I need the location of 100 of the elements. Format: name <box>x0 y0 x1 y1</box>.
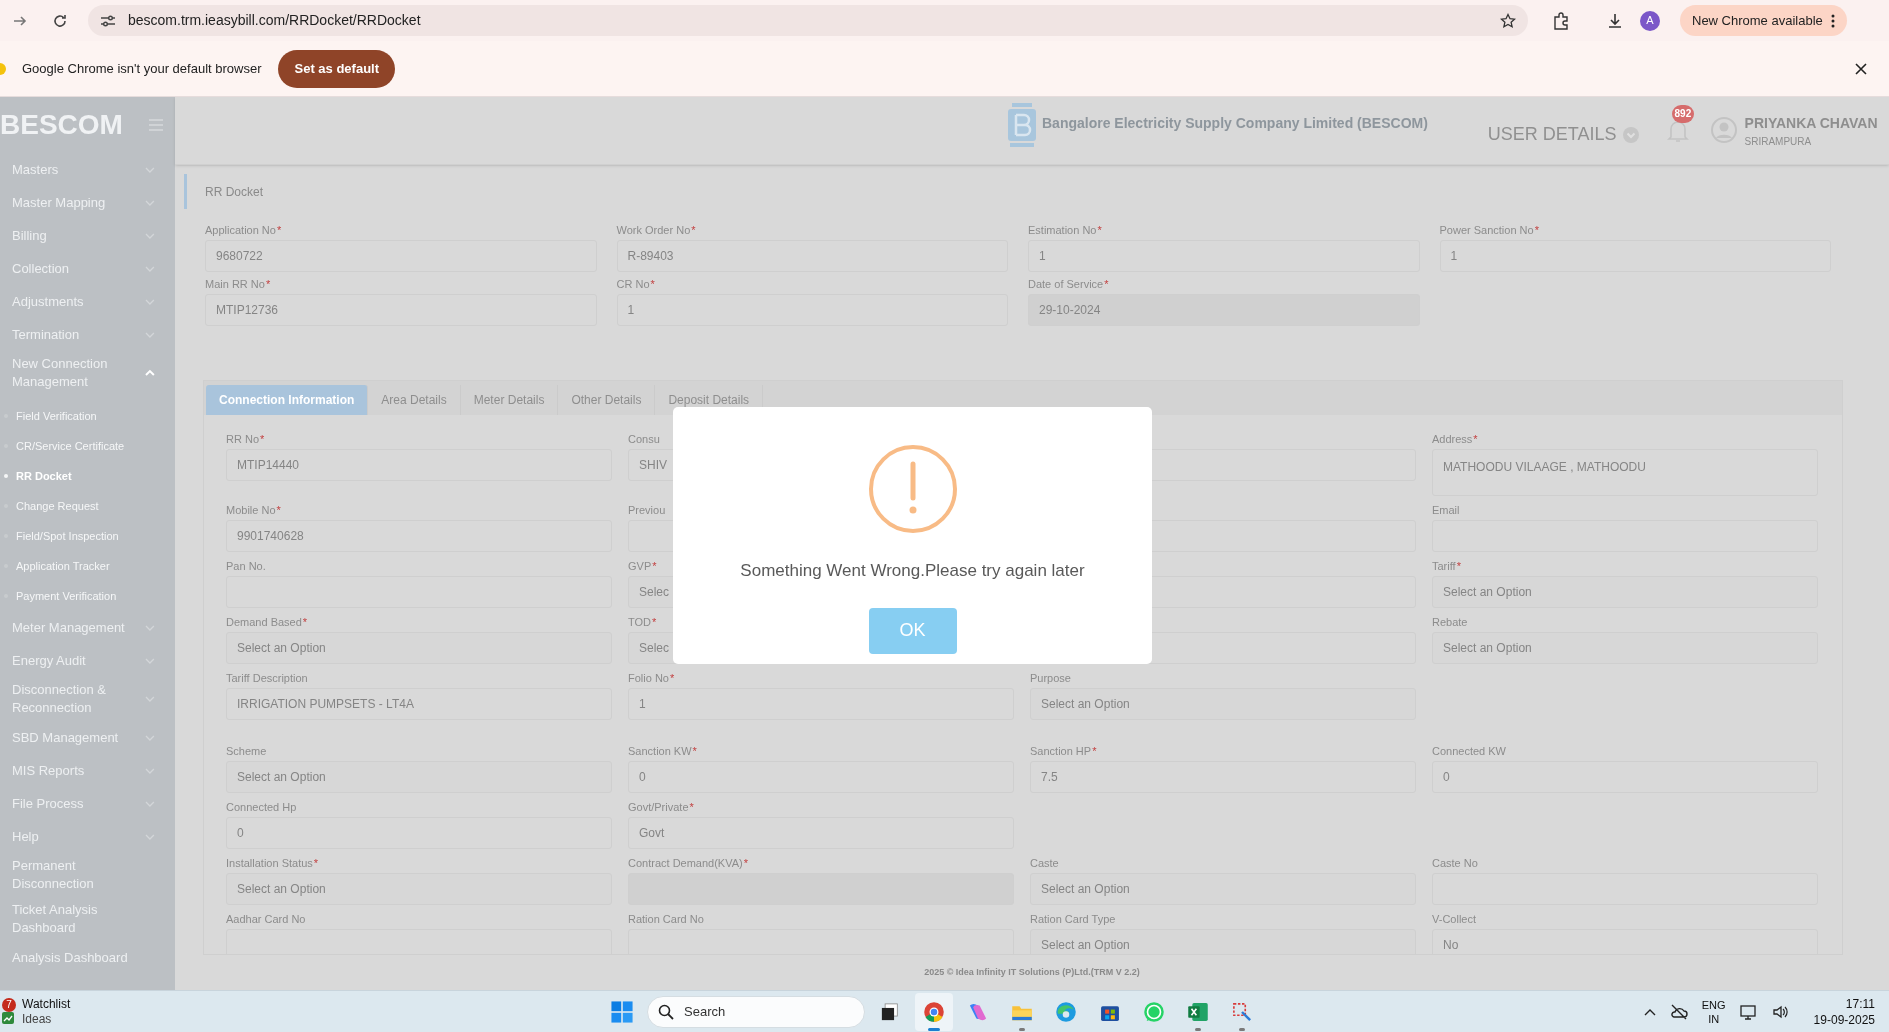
site-settings-icon[interactable] <box>100 13 116 28</box>
widget-subtitle: Ideas <box>22 1011 53 1027</box>
disabled-field: 29-10-2024 <box>1028 294 1420 326</box>
field-label: Scheme <box>226 745 267 757</box>
field-label: Sanction HP* <box>1030 745 1097 757</box>
infobar-message: Google Chrome isn't your default browser <box>22 59 262 78</box>
field-label: Caste No <box>1432 857 1478 869</box>
update-button[interactable]: New Chrome available <box>1680 5 1847 36</box>
sidebar-subitem[interactable]: Field/Spot Inspection <box>0 521 175 551</box>
network-icon[interactable] <box>1739 1003 1758 1020</box>
select-field[interactable]: Select an Option <box>1030 873 1416 905</box>
user-details-menu[interactable]: USER DETAILS <box>1487 121 1639 148</box>
field-label: Work Order No* <box>616 224 696 236</box>
field-label: Caste <box>1030 857 1059 869</box>
sidebar-subitem[interactable]: CR/Service Certificate <box>0 431 175 461</box>
input-field[interactable]: 1 <box>616 294 1008 326</box>
widgets-button[interactable]: 7 Watchlist Ideas <box>0 996 140 1027</box>
select-field[interactable]: Select an Option <box>1030 929 1416 954</box>
field-label: Tariff Description <box>226 672 308 684</box>
sidebar-subitem[interactable]: RR Docket <box>0 461 175 491</box>
sidebar-subitem[interactable]: Application Tracker <box>0 551 175 581</box>
download-icon[interactable] <box>1606 11 1624 30</box>
tab[interactable]: Meter Details <box>460 385 559 415</box>
url-text: bescom.trm.ieasybill.com/RRDocket/RRDocket <box>128 11 422 30</box>
field-label: Pan No. <box>226 560 266 572</box>
select-field[interactable]: Select an Option <box>226 873 612 905</box>
input-field[interactable]: 1 <box>1028 240 1420 272</box>
field-label: Main RR No* <box>205 278 271 290</box>
input-field[interactable]: 9901740628 <box>226 520 612 552</box>
windows-start-icon <box>609 998 635 1025</box>
language-indicator[interactable]: ENG IN <box>1701 997 1726 1026</box>
cloud-off-icon[interactable] <box>1669 1003 1688 1020</box>
field-label: Connected KW <box>1432 745 1506 757</box>
field-label: Consu <box>628 433 660 445</box>
widget-badge: 7 <box>2 997 16 1012</box>
select-field[interactable]: Select an Option <box>1432 632 1818 664</box>
input-field[interactable]: 0 <box>226 817 612 849</box>
tab[interactable]: Area Details <box>368 385 461 415</box>
footer-text: 2025 © Idea Infinity IT Solutions (P)Ltd.(TRM V 2.2) <box>924 965 1140 979</box>
tab[interactable]: Connection Information <box>206 385 369 415</box>
field-label: GVP* <box>628 560 657 572</box>
field-label: Folio No* <box>628 672 675 684</box>
select-field[interactable]: Select an Option <box>1030 688 1416 720</box>
input-field[interactable]: 1 <box>1439 240 1831 272</box>
field-label: Contract Demand(KVA)* <box>628 857 748 869</box>
ok-button[interactable]: OK <box>868 607 957 654</box>
warning-icon <box>867 444 958 534</box>
field-label: Purpose <box>1030 672 1071 684</box>
select-field[interactable]: Select an Option <box>226 632 612 664</box>
bell-icon[interactable] <box>1666 119 1689 143</box>
profile-avatar[interactable]: A <box>1640 10 1660 31</box>
company-name: Bangalore Electricity Supply Company Limited (BESCOM) <box>1042 114 1428 133</box>
input-field[interactable]: IRRIGATION PUMPSETS - LT4A <box>226 688 612 720</box>
alert-message: Something Went Wrong.Please try again later <box>740 560 1085 582</box>
clock[interactable]: 17:11 19-09-2025 <box>1813 995 1875 1028</box>
chevron-up-icon[interactable] <box>1643 1007 1656 1016</box>
reload-icon[interactable] <box>52 12 68 29</box>
input-field[interactable]: 0 <box>628 761 1014 793</box>
field-label: Demand Based* <box>226 616 308 628</box>
input-field[interactable]: 7.5 <box>1030 761 1416 793</box>
field-label: Estimation No* <box>1028 224 1102 236</box>
chart-icon <box>2 1011 14 1024</box>
sidebar-subitem[interactable]: Field Verification <box>0 401 175 431</box>
field-label: Tariff* <box>1432 560 1461 572</box>
more-icon <box>1830 13 1835 28</box>
field-label: Installation Status* <box>226 857 319 869</box>
field-label: Application No* <box>205 224 282 236</box>
input-field[interactable]: 1 <box>628 688 1014 720</box>
close-icon[interactable] <box>1855 62 1867 75</box>
input-field[interactable]: 0 <box>1432 761 1818 793</box>
input-field[interactable]: R-89403 <box>616 240 1008 272</box>
select-field[interactable]: Select an Option <box>226 761 612 793</box>
input-field[interactable]: No <box>1432 929 1818 954</box>
field-label: CR No* <box>616 278 655 290</box>
volume-icon[interactable] <box>1771 1003 1790 1020</box>
search-icon <box>658 1003 674 1020</box>
input-field[interactable]: Govt <box>628 817 1014 849</box>
input-field[interactable]: MTIP12736 <box>205 294 597 326</box>
sidebar-subitem[interactable]: Payment Verification <box>0 581 175 611</box>
field-label: Power Sanction No* <box>1439 224 1539 236</box>
address-field[interactable]: MATHOODU VILAAGE , MATHOODU <box>1432 449 1818 496</box>
field-label: Aadhar Card No <box>226 913 306 925</box>
sidebar-subitem[interactable]: Change Request <box>0 491 175 521</box>
address-bar[interactable]: bescom.trm.ieasybill.com/RRDocket/RRDocket <box>88 5 1528 36</box>
tab[interactable]: Other Details <box>558 385 656 415</box>
star-icon[interactable] <box>1500 12 1516 29</box>
field-label: Rebate <box>1432 616 1468 628</box>
set-default-button[interactable]: Set as default <box>278 49 395 88</box>
extensions-icon[interactable] <box>1552 11 1570 30</box>
company-logo-icon <box>1006 101 1038 149</box>
field-label: TOD* <box>628 616 657 628</box>
search-field[interactable]: Search <box>647 995 865 1028</box>
user-name: PRIYANKA CHAVAN <box>1744 114 1878 133</box>
select-field[interactable]: Select an Option <box>1432 576 1818 608</box>
field-label: Email <box>1432 504 1460 516</box>
input-field[interactable]: 9680722 <box>205 240 597 272</box>
field-label: Govt/Private* <box>628 801 694 813</box>
field-label: Ration Card No <box>628 913 704 925</box>
input-field[interactable]: MTIP14440 <box>226 449 612 481</box>
notification-badge: 892 <box>1671 105 1695 123</box>
